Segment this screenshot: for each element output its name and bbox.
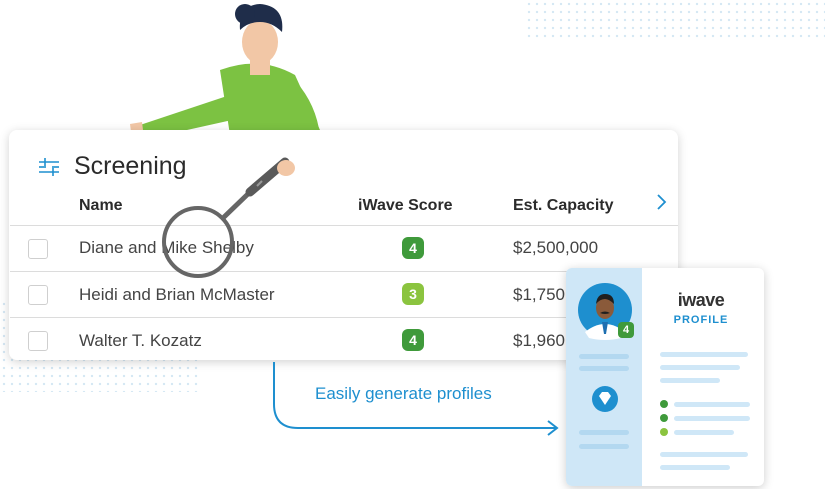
- row-capacity: $2,500,000: [513, 238, 599, 257]
- sidebar-line: [579, 430, 629, 435]
- row-checkbox[interactable]: [28, 331, 48, 351]
- magnifier-icon: [162, 157, 295, 278]
- row-checkbox[interactable]: [28, 239, 48, 259]
- score-badge: 4: [402, 237, 424, 259]
- profile-title: PROFILE: [673, 314, 729, 326]
- bullet-dot: [660, 414, 668, 422]
- sidebar-line: [579, 366, 629, 371]
- bullet-dot: [660, 428, 668, 436]
- column-header-name[interactable]: Name: [79, 197, 123, 215]
- row-name: Walter T. Kozatz: [79, 331, 202, 350]
- dot-pattern-top-right: [525, 0, 825, 38]
- row-checkbox[interactable]: [28, 285, 48, 305]
- column-header-est-capacity[interactable]: Est. Capacity: [513, 197, 613, 215]
- avatar-score-badge: 4: [618, 322, 634, 338]
- generate-profiles-link[interactable]: Easily generate profiles: [315, 384, 492, 404]
- sliders-icon[interactable]: [36, 154, 62, 180]
- score-badge: 4: [402, 329, 424, 351]
- column-header-iwave-score[interactable]: iWave Score: [358, 197, 453, 215]
- brand-logo: iwave: [677, 290, 725, 310]
- profile-line: [660, 452, 748, 457]
- sidebar-line: [579, 444, 629, 449]
- row-capacity: $1,960: [513, 331, 565, 350]
- profile-line: [674, 416, 750, 421]
- profile-line: [660, 365, 740, 370]
- profile-line: [660, 465, 730, 470]
- row-capacity: $1,750: [513, 285, 565, 304]
- profile-card[interactable]: 4 iwave PROFILE: [566, 268, 764, 486]
- diamond-icon: [592, 386, 618, 412]
- chevron-right-icon[interactable]: [652, 192, 672, 212]
- score-badge: 3: [402, 283, 424, 305]
- profile-line: [660, 378, 720, 383]
- profile-line: [674, 430, 734, 435]
- sidebar-line: [579, 354, 629, 359]
- profile-line: [674, 402, 750, 407]
- profile-line: [660, 352, 748, 357]
- bullet-dot: [660, 400, 668, 408]
